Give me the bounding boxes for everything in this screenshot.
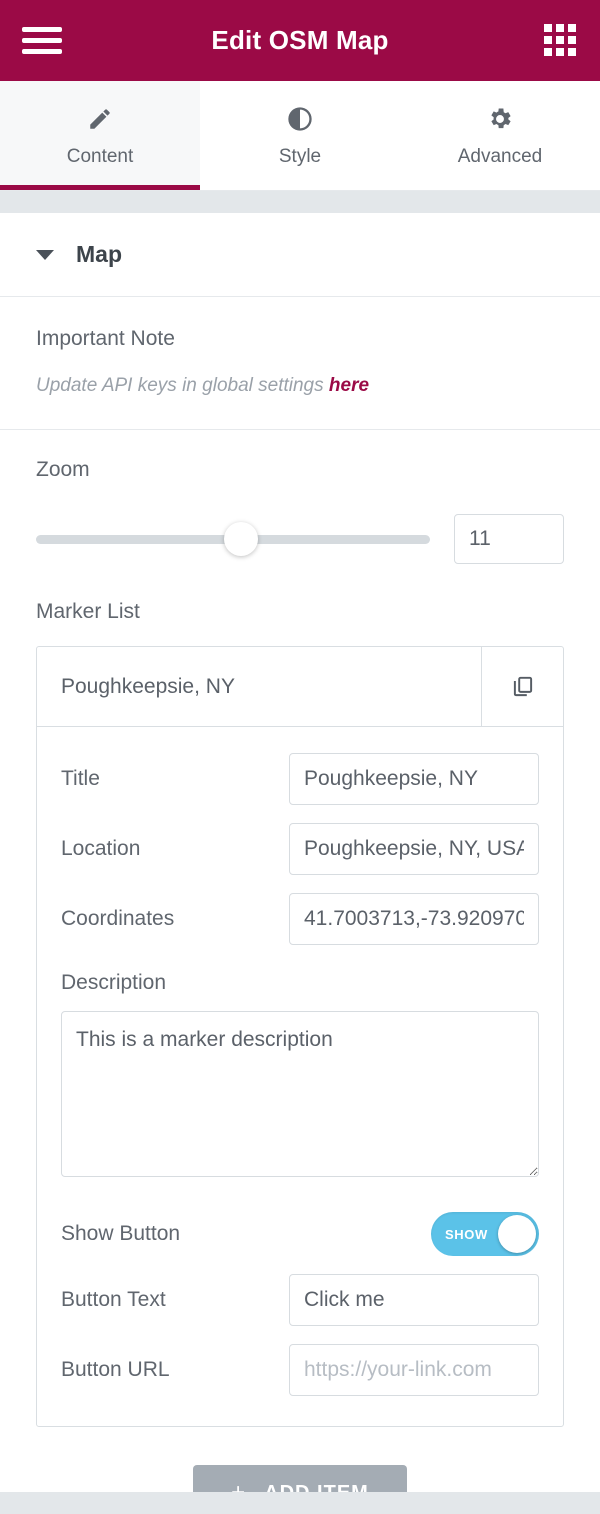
important-note-text: Update API keys in global settings here <box>36 375 564 397</box>
editor-panel: Edit OSM Map Content Style Advanced <box>0 0 600 1514</box>
field-row-show-button: Show Button SHOW <box>61 1212 539 1256</box>
note-body: Update API keys in global settings <box>36 375 324 396</box>
hamburger-bar <box>22 38 62 43</box>
button-url-label: Button URL <box>61 1358 170 1382</box>
hamburger-bar <box>22 49 62 54</box>
marker-row-title: Poughkeepsie, NY <box>37 647 481 726</box>
caret-down-icon <box>36 250 54 260</box>
location-label: Location <box>61 837 140 861</box>
tab-content-label: Content <box>67 146 134 168</box>
tab-bar: Content Style Advanced <box>0 81 600 191</box>
grid-cell <box>544 24 552 32</box>
description-textarea[interactable] <box>61 1011 539 1177</box>
tab-style-label: Style <box>279 146 321 168</box>
global-settings-link[interactable]: here <box>329 375 369 396</box>
section-title: Map <box>76 241 122 268</box>
marker-list-label: Marker List <box>36 600 564 624</box>
marker-repeater: Poughkeepsie, NY Title Location Coordina… <box>36 646 564 1427</box>
description-label: Description <box>61 971 539 995</box>
tab-advanced[interactable]: Advanced <box>400 81 600 190</box>
grid-apps-icon[interactable] <box>544 24 578 58</box>
hamburger-icon[interactable] <box>22 25 62 57</box>
marker-repeater-body: Title Location Coordinates Description S… <box>37 727 563 1426</box>
marker-repeater-row[interactable]: Poughkeepsie, NY <box>37 647 563 727</box>
location-input[interactable] <box>289 823 539 875</box>
title-input[interactable] <box>289 753 539 805</box>
grid-cell <box>556 36 564 44</box>
slider-handle[interactable] <box>224 522 258 556</box>
bottom-strip <box>0 1492 600 1514</box>
tab-style[interactable]: Style <box>200 81 400 190</box>
toggle-state-label: SHOW <box>445 1227 488 1242</box>
important-note-block: Important Note Update API keys in global… <box>0 297 600 430</box>
marker-list-block: Marker List Poughkeepsie, NY Title Locat… <box>0 564 600 1427</box>
field-row-location: Location <box>61 823 539 875</box>
grid-cell <box>556 48 564 56</box>
zoom-slider-row <box>36 514 564 564</box>
grid-cell <box>568 48 576 56</box>
contrast-icon <box>286 104 314 134</box>
grid-cell <box>568 24 576 32</box>
show-button-toggle[interactable]: SHOW <box>431 1212 539 1256</box>
field-row-title: Title <box>61 753 539 805</box>
panel-divider-strip <box>0 191 600 213</box>
section-header-map[interactable]: Map <box>0 213 600 297</box>
field-row-coordinates: Coordinates <box>61 893 539 945</box>
grid-cell <box>544 48 552 56</box>
button-text-label: Button Text <box>61 1288 166 1312</box>
pencil-icon <box>87 104 113 134</box>
field-row-button-text: Button Text <box>61 1274 539 1326</box>
coordinates-label: Coordinates <box>61 907 174 931</box>
show-button-label: Show Button <box>61 1222 180 1246</box>
hamburger-bar <box>22 27 62 32</box>
page-title: Edit OSM Map <box>0 25 600 56</box>
zoom-control-block: Zoom <box>0 430 600 564</box>
toggle-knob <box>498 1215 536 1253</box>
zoom-value-input[interactable] <box>454 514 564 564</box>
copy-icon[interactable] <box>481 647 563 726</box>
gear-icon <box>486 104 514 134</box>
zoom-slider[interactable] <box>36 521 430 557</box>
top-bar: Edit OSM Map <box>0 0 600 81</box>
title-label: Title <box>61 767 100 791</box>
zoom-label: Zoom <box>36 458 564 482</box>
grid-cell <box>556 24 564 32</box>
tab-advanced-label: Advanced <box>458 146 543 168</box>
grid-cell <box>568 36 576 44</box>
button-url-input[interactable] <box>289 1344 539 1396</box>
button-text-input[interactable] <box>289 1274 539 1326</box>
tab-content[interactable]: Content <box>0 81 200 190</box>
grid-cell <box>544 36 552 44</box>
important-note-title: Important Note <box>36 327 564 351</box>
field-row-button-url: Button URL <box>61 1344 539 1396</box>
coordinates-input[interactable] <box>289 893 539 945</box>
